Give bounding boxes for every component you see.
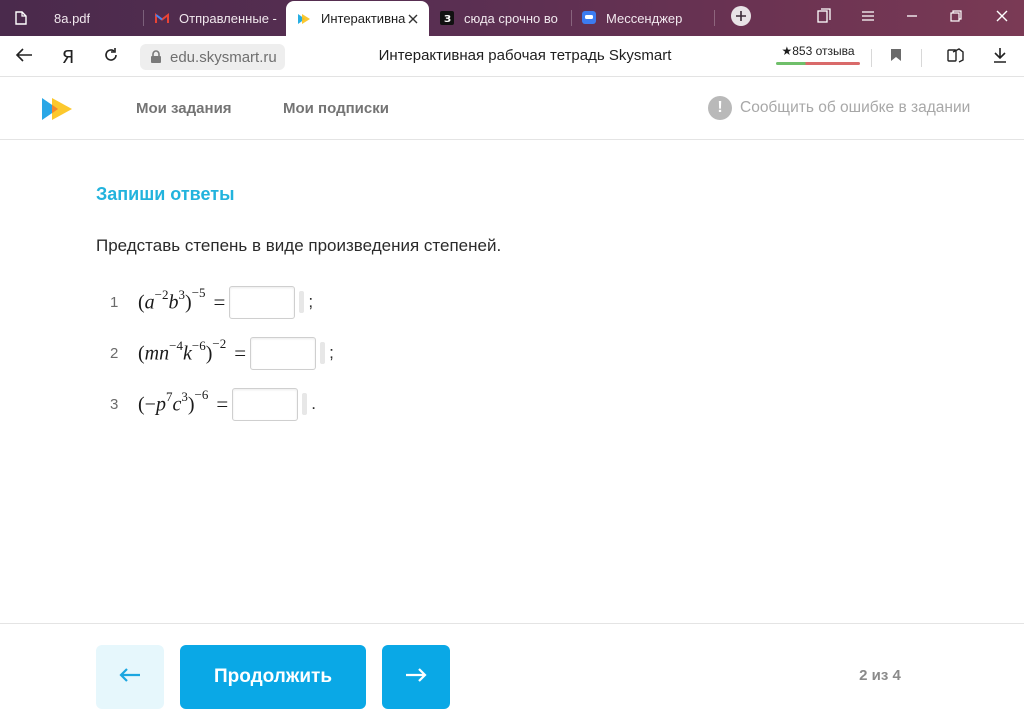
download-button[interactable] bbox=[987, 44, 1013, 70]
yandex-button[interactable]: Я bbox=[55, 44, 81, 70]
bookmark-icon bbox=[890, 48, 902, 67]
bookmark-button[interactable] bbox=[883, 44, 909, 70]
task-terminator: ; bbox=[308, 292, 314, 311]
exercise-instruction: Представь степень в виде произведения ст… bbox=[96, 236, 502, 255]
tab-label: Мессенджер bbox=[606, 10, 683, 26]
toolbar-divider bbox=[921, 49, 922, 67]
nav-my-tasks[interactable]: Мои задания bbox=[136, 100, 232, 117]
tab-pdf[interactable]: 8a.pdf bbox=[0, 0, 143, 36]
task-number: 3 bbox=[110, 395, 119, 413]
new-tab-button[interactable] bbox=[721, 0, 761, 36]
task-number: 2 bbox=[110, 344, 119, 362]
arrow-left-icon bbox=[15, 47, 33, 68]
tab-label: Отправленные - bbox=[179, 10, 277, 26]
previous-button[interactable] bbox=[96, 645, 164, 709]
reviews-text: ★853 отзыва bbox=[781, 44, 855, 58]
collections-icon bbox=[816, 7, 832, 29]
tab-skysmart-active[interactable]: Интерактивна bbox=[286, 1, 429, 36]
share-icon bbox=[947, 47, 965, 68]
report-error-link[interactable]: ! Сообщить об ошибке в задании bbox=[708, 95, 970, 121]
report-error-text: Сообщить об ошибке в задании bbox=[740, 99, 971, 116]
menu-button[interactable] bbox=[848, 0, 888, 36]
task-terminator: ; bbox=[329, 343, 334, 362]
tab-label: сюда срочно во bbox=[464, 10, 558, 26]
share-button[interactable] bbox=[943, 44, 969, 70]
next-button[interactable] bbox=[382, 645, 450, 709]
task-expression: (mn−4k−6)−2 bbox=[138, 336, 227, 365]
answer-input[interactable] bbox=[250, 336, 317, 370]
close-window-button[interactable] bbox=[982, 0, 1022, 36]
tab-separator bbox=[714, 10, 715, 26]
plus-icon bbox=[730, 5, 752, 32]
tab-label: 8a.pdf bbox=[54, 10, 91, 26]
skysmart-icon bbox=[297, 12, 311, 26]
restore-icon bbox=[950, 9, 962, 27]
messenger-icon bbox=[582, 11, 596, 25]
browser-tab-strip: 8a.pdf Отправленные - Интерактивна З сюд… bbox=[0, 0, 1024, 36]
browser-address-bar: Я edu.skysmart.ru Интерактивная рабочая … bbox=[0, 36, 1024, 77]
equals-sign: = bbox=[216, 391, 229, 416]
reviews-rating-bar bbox=[776, 62, 860, 65]
equals-sign: = bbox=[234, 340, 247, 365]
task-row: 2 (mn−4k−6)−2 = ; bbox=[110, 336, 334, 370]
answer-input[interactable] bbox=[229, 285, 296, 319]
answer-input[interactable] bbox=[232, 387, 299, 421]
task-row: 3 (−p7c3)−6 = . bbox=[110, 387, 316, 421]
minimize-button[interactable] bbox=[892, 0, 932, 36]
task-number: 1 bbox=[110, 293, 119, 311]
yandex-logo-icon: Я bbox=[61, 46, 75, 68]
znanija-icon: З bbox=[440, 11, 454, 25]
close-icon bbox=[995, 9, 1009, 28]
answer-status-marker bbox=[299, 291, 305, 313]
download-icon bbox=[992, 47, 1008, 68]
exercise-heading: Запиши ответы bbox=[96, 184, 235, 204]
exclamation-icon: ! bbox=[708, 96, 732, 120]
answer-status-marker bbox=[320, 342, 326, 364]
skysmart-logo-icon[interactable] bbox=[40, 96, 76, 122]
arrow-right-icon bbox=[405, 667, 427, 688]
site-header: Мои задания Мои подписки ! Сообщить об о… bbox=[0, 77, 1024, 140]
page-counter: 2 из 4 bbox=[859, 667, 901, 684]
close-tab-icon[interactable] bbox=[405, 11, 421, 27]
task-expression: (a−2b3)−5 bbox=[138, 285, 206, 314]
continue-button[interactable]: Продолжить bbox=[180, 645, 366, 709]
browser-page-title: Интерактивная рабочая тетрадь Skysmart bbox=[378, 47, 672, 64]
reload-icon bbox=[103, 47, 119, 68]
tab-label: Интерактивна bbox=[321, 11, 406, 26]
minimize-icon bbox=[906, 9, 918, 27]
gmail-icon bbox=[155, 11, 169, 25]
answer-status-marker bbox=[302, 393, 308, 415]
back-button[interactable] bbox=[11, 44, 37, 70]
arrow-left-icon bbox=[119, 667, 141, 688]
hamburger-icon bbox=[861, 9, 875, 27]
lock-icon bbox=[150, 50, 162, 64]
task-row: 1 (a−2b3)−5 = ; bbox=[110, 285, 313, 319]
file-icon bbox=[14, 11, 28, 25]
url-field[interactable]: edu.skysmart.ru bbox=[140, 44, 285, 70]
tab-messenger[interactable]: Мессенджер bbox=[572, 0, 714, 36]
task-terminator: . bbox=[311, 394, 316, 413]
collections-button[interactable] bbox=[804, 0, 844, 36]
toolbar-divider bbox=[871, 49, 872, 67]
restore-button[interactable] bbox=[936, 0, 976, 36]
nav-my-subscriptions[interactable]: Мои подписки bbox=[283, 100, 389, 117]
url-text: edu.skysmart.ru bbox=[170, 48, 277, 66]
tab-gmail[interactable]: Отправленные - bbox=[144, 0, 284, 36]
svg-text:З: З bbox=[444, 14, 451, 25]
exercise-footer: Продолжить 2 из 4 bbox=[0, 623, 1024, 728]
task-expression: (−p7c3)−6 bbox=[138, 387, 209, 416]
tab-znanija[interactable]: З сюда срочно во bbox=[430, 0, 570, 36]
reload-button[interactable] bbox=[98, 44, 124, 70]
reviews-badge[interactable]: ★853 отзыва bbox=[776, 43, 860, 67]
equals-sign: = bbox=[213, 289, 226, 314]
